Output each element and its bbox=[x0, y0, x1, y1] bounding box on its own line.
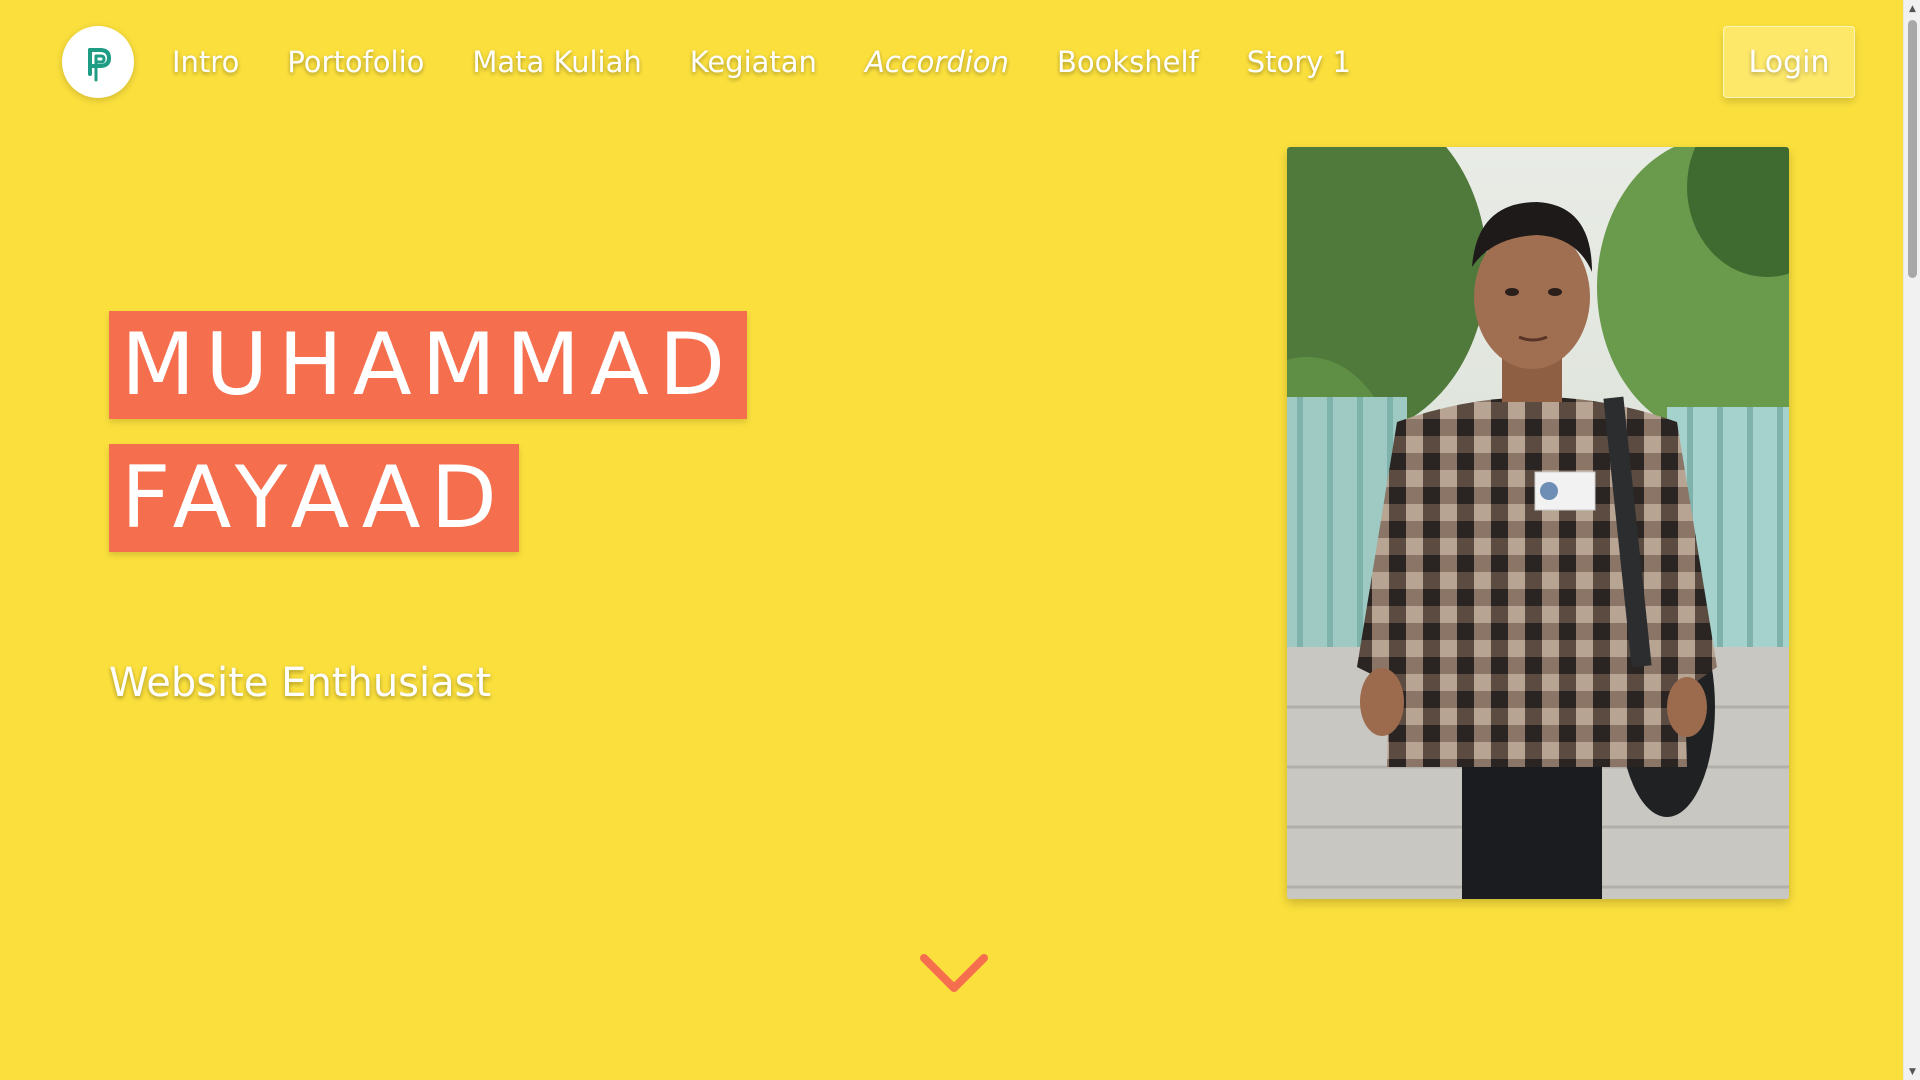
scroll-down-icon[interactable]: ▼ bbox=[1904, 1063, 1920, 1080]
login-button[interactable]: Login bbox=[1723, 26, 1855, 98]
chevron-down-icon[interactable] bbox=[918, 950, 990, 996]
hero-name-last: FAYAAD bbox=[109, 444, 519, 552]
nav-link-story-1[interactable]: Story 1 bbox=[1247, 45, 1351, 79]
scroll-up-icon[interactable]: ▲ bbox=[1904, 0, 1920, 17]
nav-link-bookshelf[interactable]: Bookshelf bbox=[1057, 45, 1199, 79]
hero-subtitle: Website Enthusiast bbox=[109, 660, 492, 706]
nav-link-intro[interactable]: Intro bbox=[172, 45, 239, 79]
hero-name-first: MUHAMMAD bbox=[109, 311, 748, 419]
nav-link-portofolio[interactable]: Portofolio bbox=[287, 45, 424, 79]
nav-link-kegiatan[interactable]: Kegiatan bbox=[690, 45, 817, 79]
nav-link-mata-kuliah[interactable]: Mata Kuliah bbox=[472, 45, 641, 79]
scrollbar[interactable]: ▲ ▼ bbox=[1903, 0, 1920, 1080]
p-logo-icon bbox=[88, 48, 112, 82]
nav-links: Intro Portofolio Mata Kuliah Kegiatan Ac… bbox=[172, 38, 1399, 86]
nav-link-accordion[interactable]: Accordion bbox=[865, 45, 1009, 79]
navbar: Intro Portofolio Mata Kuliah Kegiatan Ac… bbox=[0, 0, 1903, 124]
profile-photo bbox=[1287, 147, 1789, 899]
scrollbar-thumb[interactable] bbox=[1908, 20, 1917, 278]
logo[interactable] bbox=[62, 26, 134, 98]
